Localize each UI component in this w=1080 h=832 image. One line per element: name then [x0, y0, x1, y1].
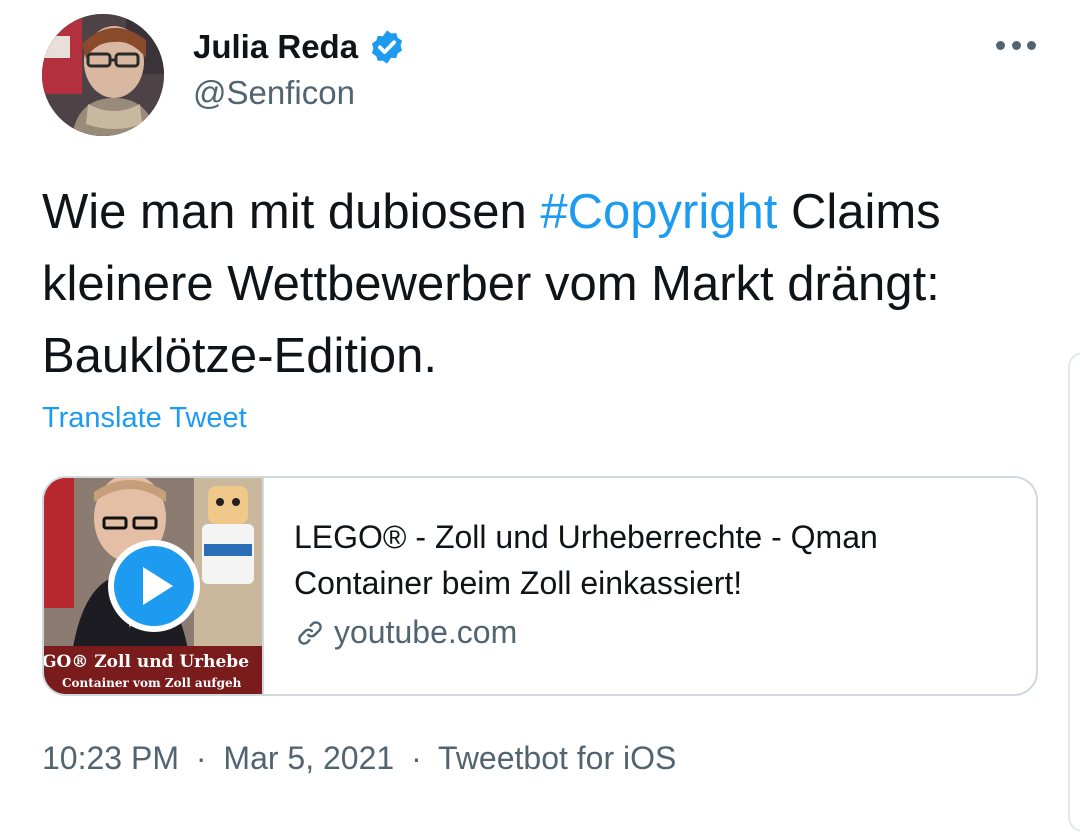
play-button-circle: [114, 546, 194, 626]
translate-tweet-link[interactable]: Translate Tweet: [42, 402, 247, 435]
dot: [996, 40, 1005, 50]
hashtag-link[interactable]: #Copyright: [540, 185, 777, 239]
separator: ·: [411, 740, 422, 776]
tweet-source[interactable]: Tweetbot for iOS: [438, 740, 676, 776]
tweet-text-before: Wie man mit dubiosen: [42, 185, 541, 239]
adjacent-panel-edge: [1068, 352, 1080, 832]
play-button[interactable]: [108, 540, 200, 632]
avatar-image: [42, 14, 164, 136]
dot: [1011, 40, 1021, 50]
dot: [1027, 40, 1036, 50]
tweet-text: Wie man mit dubiosen #Copyright Claims k…: [42, 176, 962, 392]
thumbnail-caption: GO® Zoll und Urhebe: [44, 652, 250, 672]
author-display-name[interactable]: Julia Reda: [193, 28, 358, 66]
card-domain-text: youtube.com: [334, 614, 518, 650]
tweet-metadata: 10:23 PM · Mar 5, 2021 · Tweetbot for iO…: [42, 740, 676, 777]
author-handle[interactable]: @Senficon: [193, 74, 355, 112]
tweet-date[interactable]: Mar 5, 2021: [223, 740, 394, 776]
card-title[interactable]: LEGO® - Zoll und Urheberrechte - Qman Co…: [294, 514, 1014, 606]
separator: ·: [195, 740, 207, 776]
link-preview-card[interactable]: GO® Zoll und Urhebe Container vom Zoll a…: [42, 476, 1038, 696]
avatar[interactable]: [42, 14, 164, 136]
author-name-row[interactable]: Julia Reda: [193, 24, 406, 70]
tweet-time[interactable]: 10:23 PM: [42, 740, 179, 776]
card-domain[interactable]: youtube.com: [294, 614, 517, 651]
thumbnail-subcaption: Container vom Zoll aufgeh: [62, 676, 242, 690]
more-options-icon[interactable]: [996, 30, 1036, 60]
video-thumbnail[interactable]: GO® Zoll und Urhebe Container vom Zoll a…: [44, 478, 264, 694]
link-icon: [294, 617, 326, 649]
play-icon: [143, 567, 173, 605]
verified-badge-icon: [368, 28, 406, 66]
